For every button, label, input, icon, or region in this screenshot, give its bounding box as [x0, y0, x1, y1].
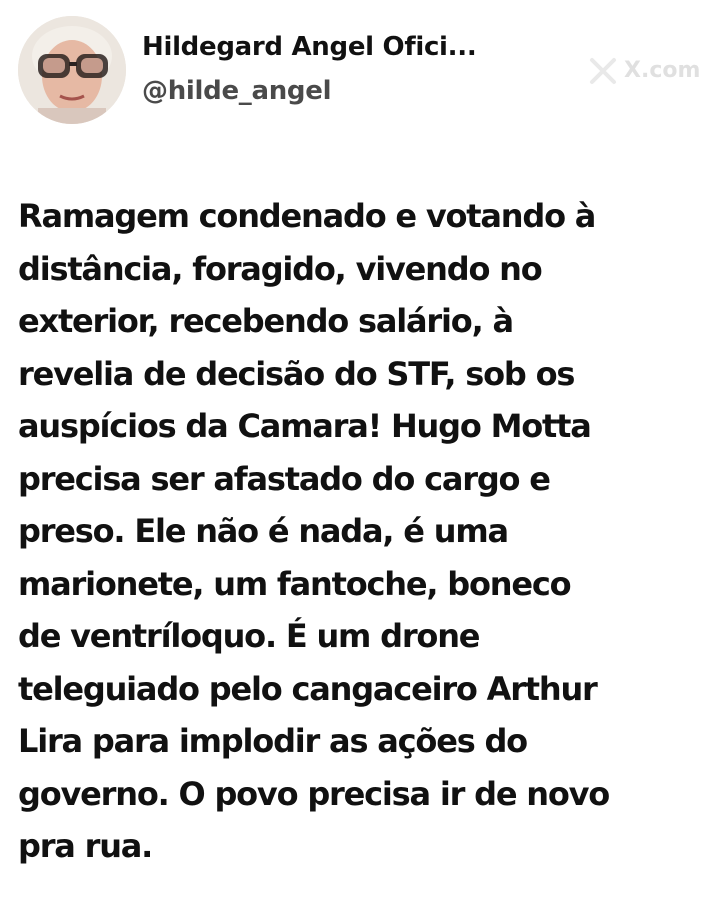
post-text-line: Ramagem condenado e votando à [18, 197, 596, 235]
post-text-line: exterior, recebendo salário, à [18, 302, 514, 340]
avatar[interactable] [18, 16, 126, 124]
post-text-line: precisa ser afastado do cargo e [18, 459, 551, 498]
user-handle[interactable]: @hilde_angel [142, 74, 476, 108]
post-text-line: preso. Ele não é nada, é uma [18, 512, 509, 550]
post-text-line: auspícios da Camara! Hugo Motta [18, 407, 592, 445]
post-text-line: marionete, um fantoche, boneco [18, 564, 572, 603]
post-text-line: revelia de decisão do STF, sob os [18, 354, 575, 393]
post-header: Hildegard Angel Ofici... @hilde_angel X.… [18, 16, 702, 126]
post-text-line: distância, foragido, vivendo no [18, 249, 543, 288]
post-text-line: de ventríloquo. É um drone [18, 617, 480, 655]
post-text: Ramagem condenado e votando à distância,… [18, 190, 704, 873]
post-text-line: Lira para implodir as ações do [18, 722, 528, 760]
watermark-text: X.com [624, 58, 701, 83]
post-text-line: teleguiado pelo cangaceiro Arthur [18, 669, 598, 708]
display-name[interactable]: Hildegard Angel Ofici... [142, 30, 477, 64]
post-text-line: pra rua. [18, 827, 153, 865]
avatar-photo [18, 16, 126, 124]
post-card: Hildegard Angel Ofici... @hilde_angel X.… [0, 0, 720, 904]
post-text-line: governo. O povo precisa ir de novo [18, 774, 610, 813]
author-names: Hildegard Angel Ofici... @hilde_angel [142, 30, 477, 108]
x-logo-icon [588, 56, 618, 86]
